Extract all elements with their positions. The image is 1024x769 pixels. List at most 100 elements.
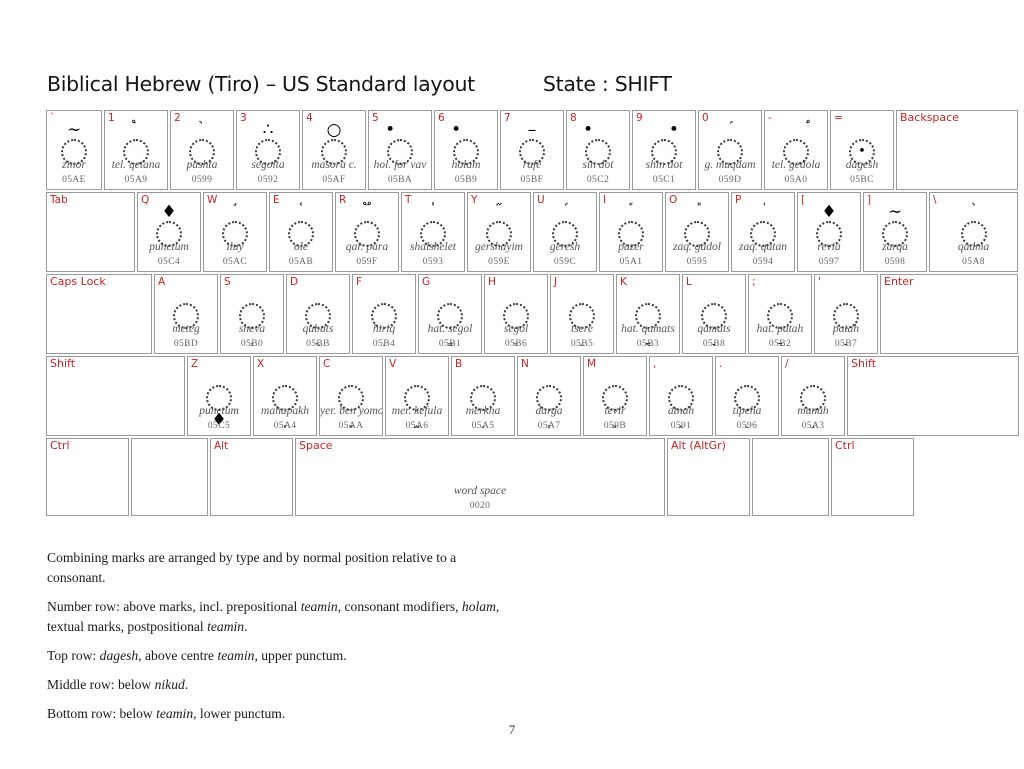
keyboard-row-home-row: Caps LockAֽmeteg05BDSְsheva05B0Dֻqubuts0…: [46, 274, 1018, 354]
key-qadma[interactable]: \֨qadma05A8: [929, 192, 1018, 272]
key-zinor[interactable]: ` ∼ zinor 05AE: [46, 110, 102, 190]
combining-mark-glyph: •: [385, 120, 396, 140]
key-unicode-codepoint: 05B3: [636, 339, 660, 349]
key-g-muqdam[interactable]: 0֝g. muqdam059D: [698, 110, 762, 190]
key-unicode-codepoint: 05B1: [438, 339, 462, 349]
key-unicode-codepoint: 05B2: [768, 339, 792, 349]
key-segol[interactable]: Hֶsegol05B6: [484, 274, 548, 354]
page-title: Biblical Hebrew (Tiro) – US Standard lay…: [47, 72, 475, 96]
key-unicode-codepoint: 05A5: [471, 421, 495, 431]
key-unicode-codepoint: 0596: [736, 421, 758, 431]
key-rafe[interactable]: 7– rafe 05BF: [500, 110, 564, 190]
term-italic: teamin: [217, 648, 255, 663]
key-word-space[interactable]: Space word space 0020: [295, 438, 665, 516]
note-text: , above centre: [138, 648, 218, 663]
key-zaq-qatan[interactable]: P֔zaq. qatan0594: [731, 192, 795, 272]
key-holam[interactable]: 6 • holam 05B9: [434, 110, 498, 190]
key-shin-dot[interactable]: 9 • shin dot 05C1: [632, 110, 696, 190]
key-hat-qamats[interactable]: Kֳhat. qamats05B3: [616, 274, 680, 354]
key-gershayim[interactable]: Y֞gershayim059E: [467, 192, 531, 272]
combining-mark-glyph: •: [583, 120, 594, 140]
key-mark-name: darga: [535, 405, 563, 417]
key-darga[interactable]: N֧darga05A7: [517, 356, 581, 436]
note-text: .: [244, 619, 248, 634]
key-sheva[interactable]: Sְsheva05B0: [220, 274, 284, 354]
key-mark-name: punctum: [149, 241, 189, 253]
key-mark-name: shalshelet: [410, 241, 456, 253]
key-unicode-codepoint: 05B8: [702, 339, 726, 349]
key-tab[interactable]: Tab: [46, 192, 135, 272]
key-hat-patah[interactable]: ;ֲhat. patah05B2: [748, 274, 812, 354]
key-tipeha[interactable]: .֖tipeha0596: [715, 356, 779, 436]
key-tel-qetana[interactable]: 1֩tel. qetana05A9: [104, 110, 168, 190]
note-text: , consonant modifiers,: [337, 599, 462, 614]
key-shalshelet[interactable]: T֓shalshelet0593: [401, 192, 465, 272]
key-mer-kefula[interactable]: V֦mer. kefula05A6: [385, 356, 449, 436]
key-merkha[interactable]: B֥merkha05A5: [451, 356, 515, 436]
key-atnah[interactable]: ,֑atnah0591: [649, 356, 713, 436]
key-legend: Tab: [50, 194, 68, 206]
key-mahapakh[interactable]: X֤mahapakh05A4: [253, 356, 317, 436]
combining-mark-glyph: ♦: [821, 202, 837, 222]
key-ctrl[interactable]: Ctrl: [831, 438, 914, 516]
key-blank[interactable]: [752, 438, 829, 516]
note-text: Middle row: below: [47, 677, 155, 692]
key-unicode-codepoint: 05BD: [173, 339, 199, 349]
key-iluy[interactable]: W֬iluy05AC: [203, 192, 267, 272]
key-zarqa[interactable]: ] ∼ zarqa 0598: [863, 192, 927, 272]
key-unicode-codepoint: 05C2: [586, 175, 610, 185]
key-shift[interactable]: Shift: [847, 356, 1019, 436]
key-segolta[interactable]: 3 ∴ segolta 0592: [236, 110, 300, 190]
key-tsere[interactable]: Jֵtsere05B5: [550, 274, 614, 354]
key-qamats[interactable]: Lָqamats05B8: [682, 274, 746, 354]
key-ole[interactable]: E֫ole05AB: [269, 192, 333, 272]
key-geresh[interactable]: U֜geresh059C: [533, 192, 597, 272]
note-paragraph-4: Middle row: below nikud.: [47, 675, 517, 695]
key-ctrl[interactable]: Ctrl: [46, 438, 129, 516]
key-alt[interactable]: Alt: [210, 438, 293, 516]
key-punctum[interactable]: Z ♦ punctum 05C5: [187, 356, 251, 436]
key-alt-altgr[interactable]: Alt (AltGr): [667, 438, 750, 516]
key-patah[interactable]: 'ַpatah05B7: [814, 274, 878, 354]
key-zaq-gadol[interactable]: O֕zaq. gadol0595: [665, 192, 729, 272]
combining-mark-glyph: •: [451, 120, 462, 140]
key-caps-lock[interactable]: Caps Lock: [46, 274, 152, 354]
key-hiriq[interactable]: Fִhiriq05B4: [352, 274, 416, 354]
key-masora-c[interactable]: 4 ○ masora c. 05AF: [302, 110, 366, 190]
combining-mark-glyph: ♦: [161, 202, 177, 222]
key-qar-para[interactable]: R֟qar. para059F: [335, 192, 399, 272]
key-tel-gedola[interactable]: -֠tel. gedola05A0: [764, 110, 828, 190]
key-yer-ben-yomo[interactable]: C֪yer. ben yomo05AA: [319, 356, 383, 436]
key-unicode-codepoint: 05C5: [207, 421, 231, 431]
key-mark-name: tel. qetana: [111, 159, 161, 171]
key-pashta[interactable]: 2֙pashta0599: [170, 110, 234, 190]
key-unicode-codepoint: 05BB: [306, 339, 330, 349]
key-dagesh[interactable]: = • dagesh 05BC: [830, 110, 894, 190]
key-mark-name: g. muqdam: [704, 159, 756, 171]
key-unicode-codepoint: 0595: [686, 257, 708, 267]
key-sin-dot[interactable]: 8 • sin dot 05C2: [566, 110, 630, 190]
key-mark-name: zarqa: [882, 241, 908, 253]
key-hol-for-vav[interactable]: 5 • hol. for vav 05BA: [368, 110, 432, 190]
key-hat-segol[interactable]: Gֱhat. segol05B1: [418, 274, 482, 354]
note-paragraph-3: Top row: dagesh, above centre teamin, up…: [47, 646, 517, 666]
key-unicode-codepoint: 05BF: [520, 175, 544, 185]
key-unicode-codepoint: 05A4: [273, 421, 297, 431]
key-revia[interactable]: [♦ revia 0597: [797, 192, 861, 272]
key-shift[interactable]: Shift: [46, 356, 185, 436]
key-legend: Space: [299, 439, 333, 452]
key-punctum[interactable]: Q ♦ punctum 05C4: [137, 192, 201, 272]
combining-mark-glyph: –: [527, 120, 537, 140]
key-enter[interactable]: Enter: [880, 274, 1018, 354]
key-mark-name: pashta: [186, 159, 218, 171]
key-unicode-codepoint: 05B4: [372, 339, 396, 349]
note-text: Combining marks are arranged by type and…: [47, 550, 457, 585]
key-blank[interactable]: [131, 438, 208, 516]
key-meteg[interactable]: Aֽmeteg05BD: [154, 274, 218, 354]
key-pazer[interactable]: I֡pazer05A1: [599, 192, 663, 272]
key-munah[interactable]: /֣munah05A3: [781, 356, 845, 436]
key-backspace[interactable]: Backspace: [896, 110, 1018, 190]
key-qubuts[interactable]: Dֻqubuts05BB: [286, 274, 350, 354]
key-tevir[interactable]: M֛tevir059B: [583, 356, 647, 436]
key-legend: Backspace: [900, 111, 959, 124]
